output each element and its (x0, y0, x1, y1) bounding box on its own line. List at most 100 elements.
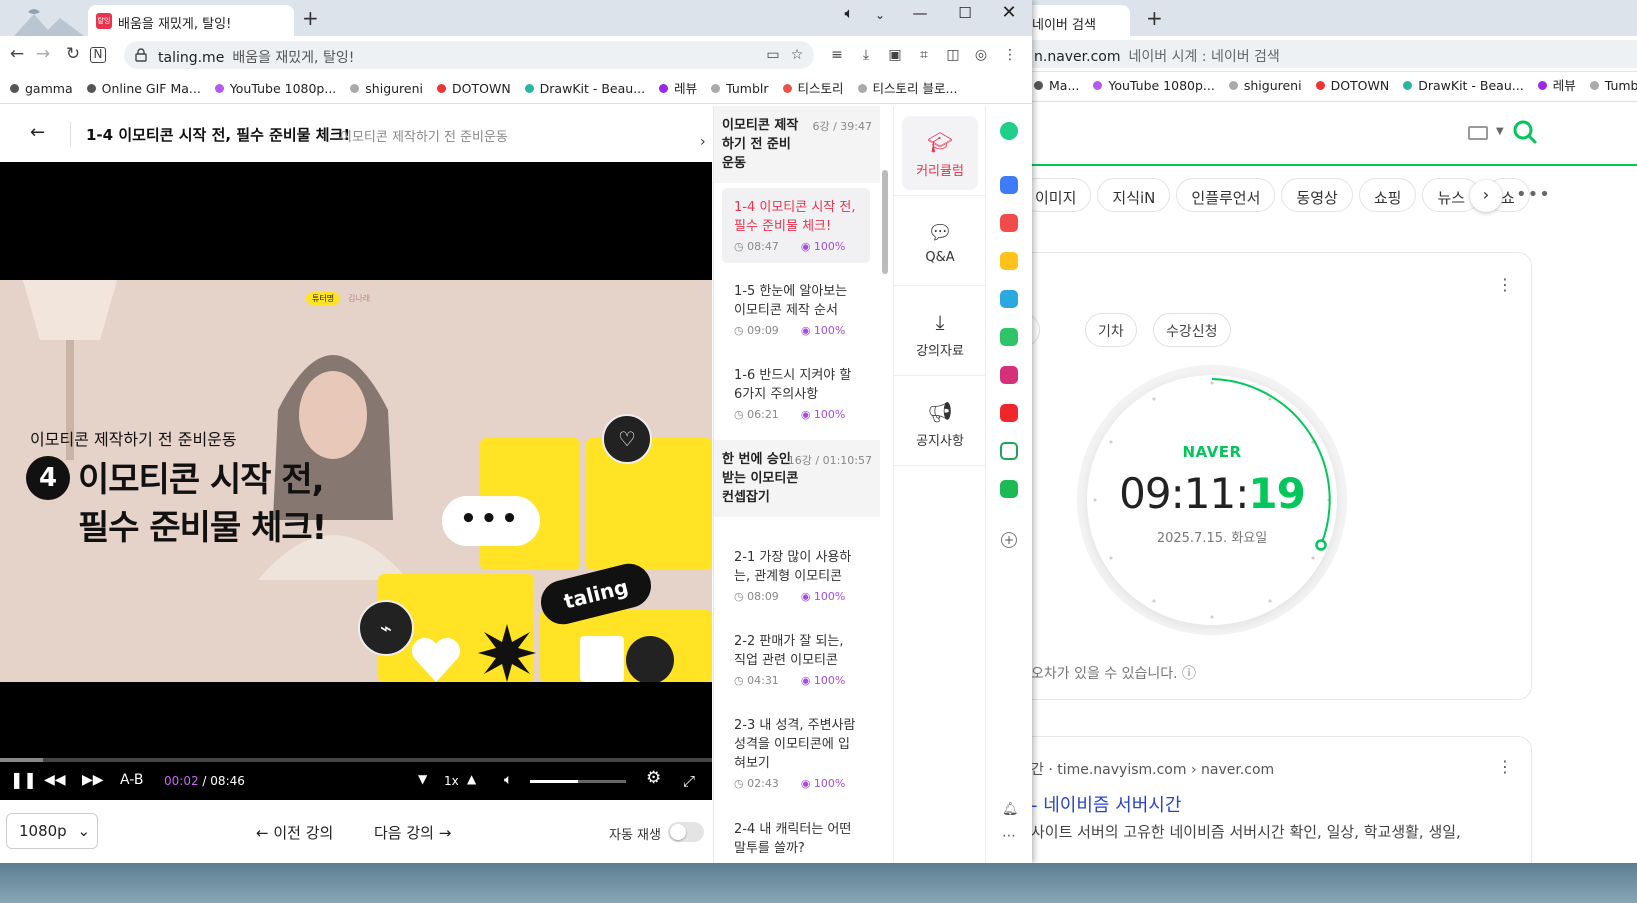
bookmark-item[interactable]: Ma... (1034, 72, 1079, 100)
bookmark-item[interactable]: 티스토리 블로... (857, 74, 957, 104)
tab-naver-search[interactable]: 네이버 검색 (1020, 5, 1130, 36)
result-title-link[interactable]: - 네이비즘 서버시간 (1031, 791, 1181, 817)
next-lecture-button[interactable]: 다음 강의 → (374, 822, 451, 843)
chip-1[interactable]: 기차 (1085, 313, 1137, 347)
extension-green-circle-icon[interactable] (1000, 122, 1018, 140)
forward-button[interactable]: → (32, 44, 54, 64)
curriculum-item[interactable]: 1-5 한눈에 알아보는 이모티콘 제작 순서 ◷ 09:09 ◉ 100% (722, 272, 870, 347)
close-button[interactable]: ✕ (994, 2, 1024, 23)
search-category-tab[interactable]: 인플루언서 (1176, 178, 1276, 212)
menu-icon[interactable]: ⋮ (1001, 46, 1019, 64)
curriculum-section-header[interactable]: 한 번에 승인받는 이모티콘 컨셉잡기 16강 / 01:10:57 (714, 440, 880, 517)
cast-icon[interactable]: ▭ (764, 46, 782, 64)
chip-2[interactable]: 수강신청 (1153, 313, 1231, 347)
bookmark-item[interactable]: shigureni (1228, 72, 1302, 100)
fast-forward-button[interactable]: ▶▶ (82, 772, 104, 788)
url-input[interactable]: taling.me 배움을 재밌게, 탈잉! ▭ ☆ (124, 41, 814, 69)
bookmark-item[interactable]: DOTOWN (1315, 72, 1389, 100)
extension-pocket-icon[interactable] (1000, 214, 1018, 232)
speaker-icon[interactable]: 🔈︎ (834, 4, 864, 22)
profile-icon[interactable]: ◎ (972, 46, 990, 64)
result-menu-icon[interactable]: ⋮ (1497, 757, 1513, 776)
bell-icon[interactable]: 🔔︎ (1002, 802, 1019, 817)
playback-speed[interactable]: 1x (444, 774, 459, 788)
naver-n-icon[interactable]: N (90, 47, 106, 63)
curriculum-item[interactable]: 2-3 내 성격, 주변사람 성격을 이모티콘에 입혀보기 ◷ 02:43 ◉ 10… (722, 706, 870, 800)
card-menu-icon[interactable]: ⋮ (1497, 275, 1513, 294)
fullscreen-icon[interactable]: ⤢ (683, 772, 695, 790)
chevron-right-icon[interactable]: › (1470, 180, 1502, 212)
maximize-button[interactable]: ☐ (950, 4, 980, 22)
reading-list-icon[interactable]: ≡ (828, 46, 846, 64)
tab-search-chevron-icon[interactable]: ⌄ (865, 8, 895, 22)
curriculum-item[interactable]: 2-2 판매가 잘 되는, 직업 관련 이모티콘 ◷ 04:31 ◉ 100% (722, 622, 870, 697)
bookmark-star-icon[interactable]: ☆ (788, 46, 806, 64)
side-menu-item[interactable]: 📢︎ 공지사항 (894, 376, 986, 466)
side-menu-item[interactable]: ⤓ 강의자료 (894, 286, 986, 376)
bookmark-item[interactable]: 티스토리 (782, 74, 844, 104)
tab-taling[interactable]: 탈잉 배움을 재밌게, 탈잉! (88, 5, 294, 36)
ab-repeat-button[interactable]: A-B (120, 772, 143, 788)
curriculum-item[interactable]: 1-6 반드시 지켜야 할 6가지 주의사항 ◷ 06:21 ◉ 100% (722, 356, 870, 431)
search-icon[interactable] (1512, 119, 1538, 145)
side-menu-item[interactable]: 💬︎ Q&A (894, 196, 986, 286)
extension-star-icon[interactable] (1000, 252, 1018, 270)
download-icon[interactable]: ⤓ (857, 46, 875, 64)
bookmark-item[interactable]: Online GIF Ma... (86, 74, 201, 104)
quality-select[interactable]: 1080p ⌄ (6, 813, 98, 849)
extension-instagram-icon[interactable] (1000, 366, 1018, 384)
site-info-icon[interactable] (134, 48, 148, 62)
more-icon[interactable]: ••• (1516, 184, 1551, 205)
back-button[interactable]: ← (6, 44, 28, 64)
volume-icon[interactable]: 🔈︎ (504, 772, 512, 788)
curriculum-item-active[interactable]: 1-4 이모티콘 시작 전, 필수 준비물 체크! ◷ 08:47 ◉ 100% (722, 188, 870, 263)
naver-url-input[interactable]: n.naver.com 네이버 시계 : 네이버 검색 (1020, 40, 1637, 68)
caret-down-icon[interactable]: ▼ (1496, 126, 1504, 137)
new-tab-button[interactable]: + (1146, 6, 1163, 30)
prev-lecture-button[interactable]: ← 이전 강의 (256, 822, 333, 843)
autoplay-toggle[interactable] (668, 822, 704, 842)
bookmark-item[interactable]: Tumblr (711, 74, 769, 104)
extension-shopping-bag-icon[interactable] (1000, 480, 1018, 498)
split-view-icon[interactable]: ◫ (944, 46, 962, 64)
back-arrow-icon[interactable]: ← (30, 122, 45, 143)
extension-stock-chart-icon[interactable] (1000, 442, 1018, 460)
extension-edge-icon[interactable] (1000, 290, 1018, 308)
extension-youtube-icon[interactable] (1000, 404, 1018, 422)
curriculum-scrollbar[interactable] (882, 170, 888, 274)
keyboard-icon[interactable] (1468, 126, 1488, 140)
speed-down-icon[interactable]: ▼ (418, 772, 427, 786)
seek-bar[interactable] (0, 758, 712, 762)
rewind-button[interactable]: ◀◀ (44, 772, 66, 788)
bookmark-item[interactable]: 레뷰 (659, 74, 697, 104)
bookmark-item[interactable]: 레뷰 (1537, 72, 1576, 100)
speed-up-icon[interactable]: ▲ (467, 772, 476, 786)
bookmark-item[interactable]: DOTOWN (437, 74, 511, 104)
volume-slider[interactable] (530, 780, 626, 783)
bookmark-item[interactable]: Tumblr (1589, 72, 1637, 100)
add-extension-icon[interactable]: + (1001, 532, 1017, 548)
collapse-panel-icon[interactable]: › (700, 134, 722, 154)
reload-button[interactable]: ↻ (62, 44, 84, 64)
pause-button[interactable]: ❚❚ (10, 770, 37, 789)
extension-calendar-icon[interactable] (1000, 176, 1018, 194)
bookmark-item[interactable]: YouTube 1080p... (1093, 72, 1215, 100)
search-category-tab[interactable]: 동영상 (1281, 178, 1353, 212)
settings-gear-icon[interactable]: ⚙ (646, 768, 661, 788)
extension-webtoon-icon[interactable] (1000, 328, 1018, 346)
curriculum-section-header[interactable]: 이모티콘 제작하기 전 준비운동 6강 / 39:47 (714, 106, 880, 183)
bookmark-item[interactable]: DrawKit - Beau... (1403, 72, 1524, 100)
search-category-tab[interactable]: 쇼핑 (1358, 178, 1417, 212)
search-category-tab[interactable]: 지식iN (1097, 178, 1171, 212)
new-tab-button[interactable]: + (302, 6, 319, 30)
result-source[interactable]: 간 · time.navyism.com › naver.com (1031, 759, 1274, 779)
bookmark-item[interactable]: gamma (10, 74, 73, 104)
curriculum-item[interactable]: 2-4 내 캐릭터는 어떤 말투를 쓸까? (722, 810, 870, 863)
video-camera-icon[interactable]: ▣ (886, 46, 904, 64)
bookmark-item[interactable]: shigureni (350, 74, 423, 104)
side-menu-item[interactable]: 🎓︎ 커리큘럼 (894, 106, 986, 196)
screenshot-icon[interactable]: ⌗ (915, 46, 933, 64)
video-player[interactable]: 튜터명 김나래 이모티콘 제작하기 전 준비운동 4 이모티콘 시작 전, 필수… (0, 162, 712, 800)
curriculum-item[interactable]: 2-1 가장 많이 사용하는, 관계형 이모티콘 ◷ 08:09 ◉ 100% (722, 538, 870, 613)
bookmark-item[interactable]: DrawKit - Beau... (524, 74, 645, 104)
